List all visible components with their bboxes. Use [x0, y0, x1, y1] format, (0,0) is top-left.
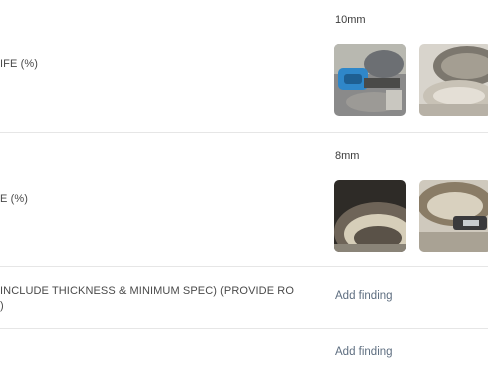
rotor-photo-2-image	[419, 180, 488, 252]
rotor-photo-1-image	[334, 180, 406, 252]
brake-photo-1-thumbnail[interactable]	[334, 44, 406, 116]
brake-photo-1-image	[334, 44, 406, 116]
finding-row-2: E (%) 8mm	[0, 132, 488, 267]
brake-photo-2-image	[419, 44, 488, 116]
inspection-findings-panel: IFE (%) 10mm E (%) 8mm INCLUDE THICKNESS…	[0, 0, 488, 366]
finding-row-1: IFE (%) 10mm	[0, 0, 488, 133]
add-finding-button-4[interactable]: Add finding	[335, 346, 393, 358]
rotor-photo-2-thumbnail[interactable]	[419, 180, 488, 252]
finding-row-4: Add finding	[0, 328, 488, 366]
finding-label-1: IFE (%)	[0, 58, 38, 70]
rotor-photo-1-thumbnail[interactable]	[334, 180, 406, 252]
finding-label-2: E (%)	[0, 193, 28, 205]
add-finding-button-3[interactable]: Add finding	[335, 290, 393, 302]
brake-photo-2-thumbnail[interactable]	[419, 44, 488, 116]
finding-label-3: INCLUDE THICKNESS & MINIMUM SPEC) (PROVI…	[0, 285, 294, 312]
finding-row-3: INCLUDE THICKNESS & MINIMUM SPEC) (PROVI…	[0, 266, 488, 329]
measurement-value-2: 8mm	[335, 150, 360, 162]
measurement-value-1: 10mm	[335, 14, 366, 26]
